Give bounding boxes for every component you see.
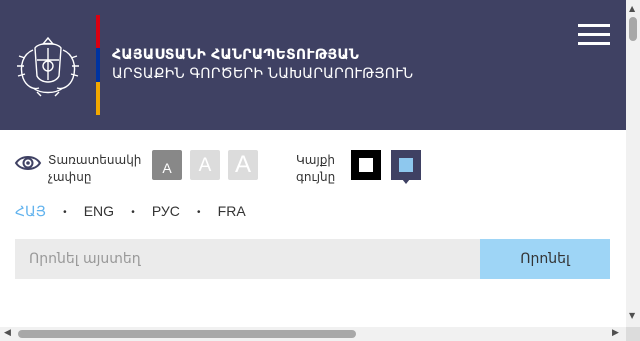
site-title-line2[interactable]: ԱՐՏԱՔԻՆ ԳՈՐԾԵՐԻ ՆԱԽԱՐԱՐՈՒԹՅՈՒՆ [112, 66, 413, 82]
language-switcher: ՀԱՅ • ENG • РУС • FRA [15, 203, 246, 220]
site-color-label-line2: գույնը [296, 170, 336, 184]
site-header: ՀԱՅԱՍՏԱՆԻ ՀԱՆՐԱՊԵՏՈՒԹՅԱՆ ԱՐՏԱՔԻՆ ԳՈՐԾԵՐԻ… [0, 0, 626, 130]
selected-caret-icon [402, 179, 410, 184]
site-color-label-line1: Կայքի [296, 153, 335, 167]
font-size-medium-button[interactable]: A [190, 150, 220, 180]
color-scheme-contrast-button[interactable] [351, 150, 381, 180]
search-button[interactable]: Որոնել [480, 239, 610, 279]
flag-orange-stripe [96, 81, 100, 115]
color-scheme-default-button[interactable] [391, 150, 421, 184]
font-size-label-line2: չափսը [48, 170, 92, 184]
scroll-left-arrow-icon[interactable]: ◀ [4, 328, 11, 338]
scroll-up-arrow-icon[interactable]: ▲ [629, 4, 635, 13]
lang-fr[interactable]: FRA [218, 203, 246, 219]
lang-separator: • [197, 206, 201, 218]
scrollbar-corner [626, 327, 640, 341]
font-size-label-line1: Տառատեսակի [48, 153, 142, 167]
vertical-scrollbar[interactable]: ▲ ▼ [626, 0, 640, 327]
scroll-down-arrow-icon[interactable]: ▼ [629, 311, 635, 320]
armenian-flag-bar [96, 15, 100, 115]
coat-of-arms-emblem-icon[interactable] [13, 30, 83, 100]
flag-red-stripe [96, 15, 100, 49]
scroll-right-arrow-icon[interactable]: ▶ [612, 328, 619, 338]
horizontal-scrollbar[interactable]: ◀ ▶ [0, 327, 626, 341]
default-swatch [399, 158, 413, 172]
lang-en[interactable]: ENG [84, 203, 114, 219]
lang-ru[interactable]: РУС [152, 203, 180, 219]
vertical-scroll-thumb[interactable] [629, 17, 637, 41]
site-title-line1[interactable]: ՀԱՅԱՍՏԱՆԻ ՀԱՆՐԱՊԵՏՈՒԹՅԱՆ [112, 47, 359, 63]
lang-separator: • [131, 206, 135, 218]
contrast-swatch [359, 158, 373, 172]
lang-hy[interactable]: ՀԱՅ [15, 203, 46, 220]
flag-blue-stripe [96, 48, 100, 82]
font-size-small-button[interactable]: A [152, 150, 182, 180]
lang-separator: • [63, 206, 67, 218]
horizontal-scroll-thumb[interactable] [18, 330, 356, 338]
search-input[interactable] [15, 239, 480, 279]
font-size-label: Տառատեսակի չափսը [48, 152, 142, 186]
hamburger-menu-icon[interactable] [578, 24, 610, 46]
font-size-large-button[interactable]: A [228, 150, 258, 180]
site-color-label: Կայքի գույնը [296, 152, 335, 186]
eye-icon [14, 156, 42, 170]
